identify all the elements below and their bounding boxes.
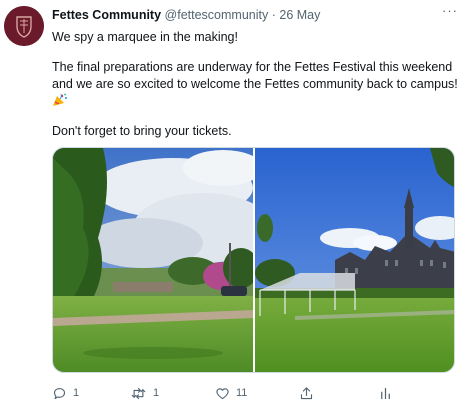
author-handle[interactable]: @fettescommunity [165,8,269,22]
crest-icon [4,6,44,46]
marquee-school-photo[interactable] [255,148,455,373]
more-options-icon[interactable]: ··· [440,4,460,20]
retweet-icon [131,387,146,399]
campus-lawn-photo[interactable] [53,148,253,373]
reply-button[interactable]: 1 [52,384,79,402]
analytics-button[interactable] [378,384,393,402]
avatar[interactable] [4,6,44,46]
share-icon [300,386,313,399]
tweet-text-line: The final preparations are underway for … [52,60,453,74]
tweet-actions: 1 1 11 [52,384,412,402]
tweet-date[interactable]: 26 May [279,8,320,22]
heart-icon [216,387,229,399]
share-button[interactable] [299,384,314,402]
tweet-header: Fettes Community @fettescommunity · 26 M… [52,8,442,26]
party-popper-emoji [52,93,68,107]
separator-dot: · [271,8,276,22]
retweet-button[interactable]: 1 [130,384,159,402]
retweet-count: 1 [153,387,160,399]
reply-icon [53,387,66,399]
reply-count: 1 [73,387,80,399]
tweet-text-line: and we are so excited to welcome the Fet… [52,77,458,91]
tweet[interactable]: Fettes Community @fettescommunity · 26 M… [0,0,468,408]
tweet-text-line: Don't forget to bring your tickets. [52,124,232,138]
author-name[interactable]: Fettes Community [52,8,161,22]
tweet-text-line: We spy a marquee in the making! [52,30,238,44]
media-grid [52,147,455,373]
analytics-icon [381,387,390,399]
like-button[interactable]: 11 [215,384,247,402]
like-count: 11 [236,387,248,399]
